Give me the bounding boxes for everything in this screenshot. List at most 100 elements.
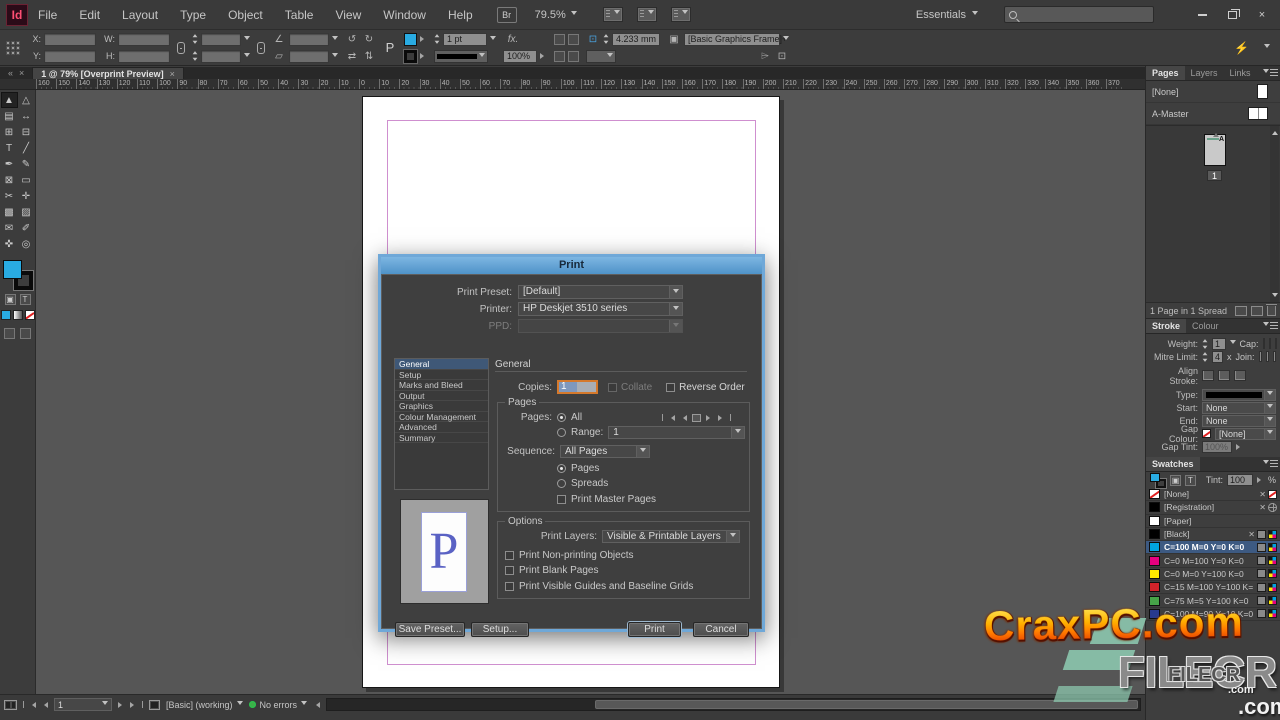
panel-menu-icon[interactable] — [1263, 69, 1278, 76]
rotation-field[interactable] — [289, 33, 329, 46]
start-dropdown[interactable]: None — [1202, 402, 1276, 414]
nav-first-icon[interactable] — [662, 414, 663, 421]
nav-last-icon[interactable] — [730, 414, 731, 421]
reverse-order-checkbox[interactable] — [666, 383, 675, 392]
rectangle-tool[interactable]: ▭ — [18, 172, 35, 188]
tab-colour[interactable]: Colour — [1186, 319, 1225, 333]
drop-shadow-button[interactable] — [554, 34, 565, 45]
line-tool[interactable]: ╱ — [18, 140, 35, 156]
print-section-setup[interactable]: Setup — [395, 370, 488, 381]
print-blank-pages-checkbox[interactable] — [505, 566, 514, 575]
pages-all-radio[interactable] — [557, 413, 566, 422]
setup-button[interactable]: Setup... — [471, 622, 529, 637]
eyedropper-tool[interactable]: ✐ — [18, 220, 35, 236]
preflight-panel-icon[interactable] — [4, 700, 17, 710]
gradient-tool[interactable]: ▩ — [1, 204, 18, 220]
menu-item[interactable]: Edit — [79, 8, 100, 22]
print-master-pages-checkbox[interactable] — [557, 495, 566, 504]
swatch-registration[interactable]: [Registration] ✕ — [1146, 501, 1280, 514]
scroll-down-icon[interactable] — [1272, 293, 1278, 300]
panel-menu-icon[interactable] — [1264, 44, 1270, 51]
swatch-black[interactable]: [Black] ✕ — [1146, 528, 1280, 541]
menu-item[interactable]: View — [335, 8, 361, 22]
page-1-thumbnail[interactable]: A — [1204, 134, 1226, 166]
spreads-radio[interactable] — [557, 479, 566, 488]
pages-range-radio[interactable] — [557, 428, 566, 437]
page-number-dropdown[interactable]: 1 — [54, 698, 112, 711]
mini-fill-swatch[interactable] — [1150, 473, 1160, 482]
shear-field[interactable] — [289, 50, 329, 63]
menu-item[interactable]: Help — [448, 8, 473, 22]
w-field[interactable] — [118, 33, 170, 46]
tab-close-icon[interactable]: × — [170, 69, 175, 79]
bevel-join-icon[interactable] — [1273, 351, 1276, 362]
content-placer-tool[interactable]: ⊟ — [18, 124, 35, 140]
apply-gradient-button[interactable] — [13, 310, 23, 320]
cancel-button[interactable]: Cancel — [693, 622, 749, 637]
text-format-icon[interactable]: T — [1185, 475, 1196, 486]
delete-page-icon[interactable] — [1267, 306, 1276, 316]
print-section-general[interactable]: General — [395, 359, 488, 370]
apply-color-button[interactable] — [1, 310, 11, 320]
zoom-tool[interactable]: ◎ — [18, 236, 35, 252]
flip-vertical-icon[interactable]: ⇅ — [362, 51, 376, 62]
scrollbar-thumb[interactable] — [595, 700, 1138, 709]
tab-swatches[interactable]: Swatches — [1146, 457, 1200, 471]
close-button[interactable]: × — [1248, 5, 1276, 25]
nav-prev-icon[interactable] — [680, 415, 687, 421]
fill-color-swatch[interactable] — [404, 33, 417, 46]
nav-first-icon[interactable] — [668, 415, 675, 421]
pages-scrollbar[interactable] — [1270, 126, 1279, 302]
gap-tool[interactable]: ↔ — [18, 108, 35, 124]
align-outside-icon[interactable] — [1234, 370, 1246, 381]
h-field[interactable] — [118, 50, 170, 63]
note-tool[interactable]: ✉ — [1, 220, 18, 236]
panel-menu-icon[interactable] — [1263, 460, 1278, 467]
rotate-ccw-icon[interactable]: ↺ — [345, 34, 359, 45]
round-join-icon[interactable] — [1266, 351, 1269, 362]
sequence-dropdown[interactable]: All Pages — [560, 445, 650, 458]
wrap-none-button[interactable] — [554, 51, 565, 62]
mitre-stepper[interactable] — [1202, 349, 1208, 365]
edit-page-size-icon[interactable] — [1251, 306, 1263, 316]
stroke-weight-stepper[interactable] — [434, 31, 440, 47]
print-guides-checkbox[interactable] — [505, 582, 514, 591]
hand-tool[interactable]: ✜ — [1, 236, 18, 252]
swatch-none[interactable]: [None] ✕ — [1146, 488, 1280, 501]
butt-cap-icon[interactable] — [1263, 338, 1265, 349]
preflight-profile-dropdown[interactable]: [Basic] (working) — [166, 698, 243, 711]
tab-pages[interactable]: Pages — [1146, 66, 1185, 80]
constrain-proportions-icon[interactable] — [177, 42, 185, 54]
menu-item[interactable]: Table — [285, 8, 314, 22]
round-cap-icon[interactable] — [1269, 338, 1271, 349]
select-container-icon[interactable]: ⌲ — [758, 51, 772, 62]
tab-scroll-icon[interactable]: « — [8, 68, 13, 78]
print-dialog-title[interactable]: Print — [381, 257, 762, 274]
swatch-cyan[interactable]: C=100 M=0 Y=0 K=0 ✕ — [1146, 541, 1280, 554]
tab-layers[interactable]: Layers — [1185, 66, 1224, 80]
master-a[interactable]: A-Master — [1146, 103, 1280, 125]
swatch-red[interactable]: C=15 M=100 Y=100 K=0 ✕ — [1146, 581, 1280, 594]
nav-last-icon[interactable] — [718, 415, 725, 421]
formatting-container-button[interactable]: ▣ — [5, 294, 16, 305]
swatch-magenta[interactable]: C=0 M=100 Y=0 K=0 ✕ — [1146, 554, 1280, 567]
range-combo[interactable]: 1 — [608, 426, 745, 439]
x-field[interactable] — [44, 33, 96, 46]
minimize-button[interactable] — [1188, 5, 1216, 25]
next-page-icon[interactable] — [118, 702, 125, 708]
menu-item[interactable]: File — [38, 8, 57, 22]
align-centre-icon[interactable] — [1202, 370, 1214, 381]
first-page-icon[interactable] — [29, 702, 36, 708]
menu-item[interactable]: Type — [180, 8, 206, 22]
rectangle-frame-tool[interactable]: ⊠ — [1, 172, 18, 188]
select-content-icon[interactable]: ⊡ — [775, 51, 789, 62]
print-nonprinting-checkbox[interactable] — [505, 551, 514, 560]
restore-button[interactable] — [1218, 5, 1246, 25]
pen-tool[interactable]: ✒ — [1, 156, 18, 172]
pages-radio[interactable] — [557, 464, 566, 473]
constrain-scale-icon[interactable] — [257, 42, 265, 54]
direct-selection-tool[interactable]: △ — [18, 92, 35, 108]
copies-input[interactable]: 1 — [557, 380, 598, 394]
scale-x-field[interactable] — [201, 33, 241, 46]
opacity-field[interactable]: 100% — [503, 50, 537, 63]
